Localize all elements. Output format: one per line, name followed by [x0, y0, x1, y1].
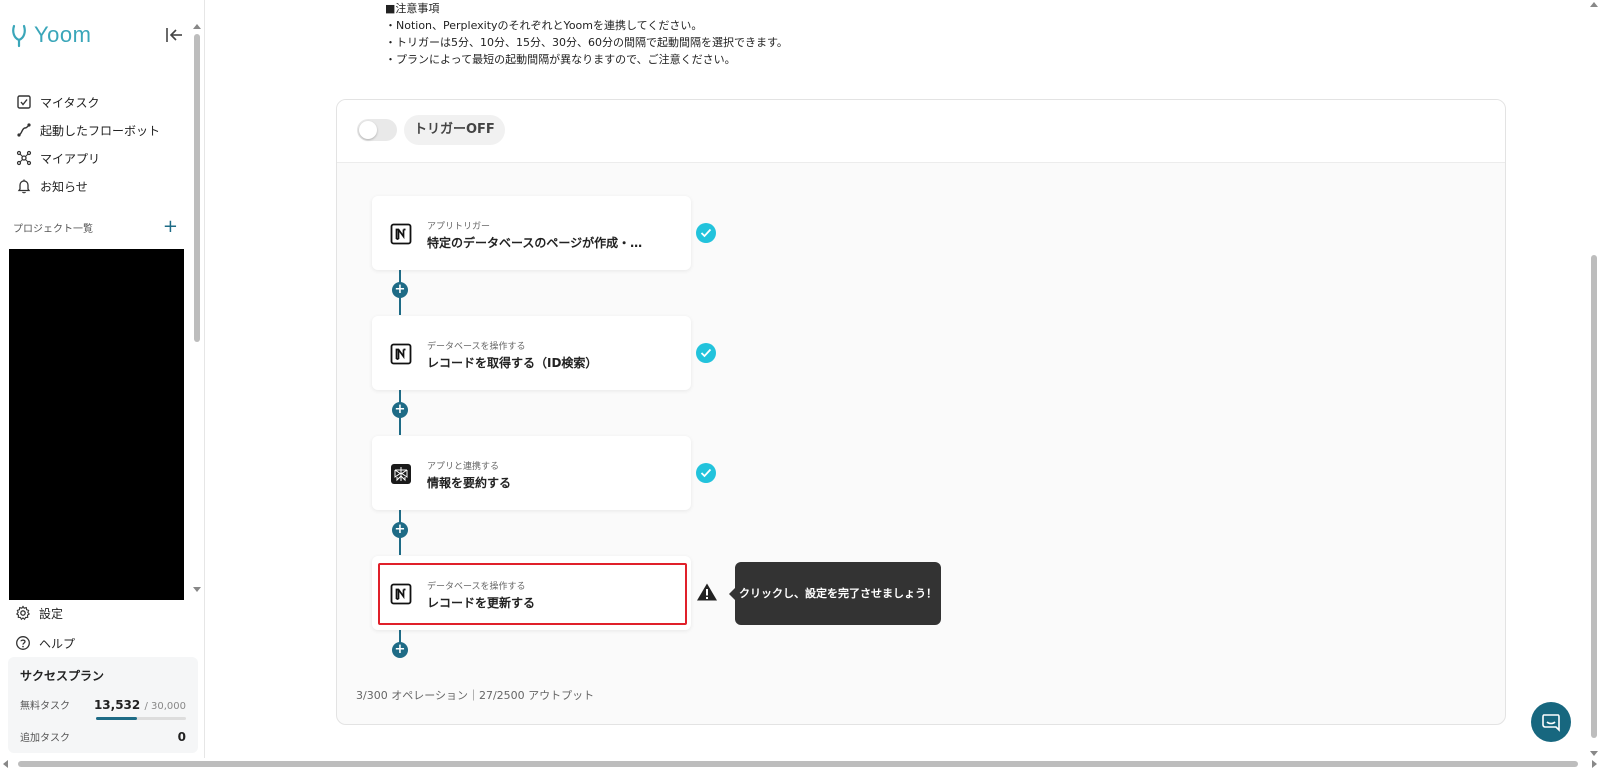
scroll-right-arrow-icon[interactable]: [1592, 760, 1597, 768]
free-tasks-progress-fill: [96, 717, 137, 720]
scrollbar-thumb[interactable]: [1591, 255, 1597, 738]
main-nav: マイタスク 起動したフローボット マイアプリ お知らせ: [16, 88, 186, 200]
nav-item-label: ヘルプ: [39, 636, 76, 651]
nav-item-label: マイタスク: [40, 95, 100, 110]
scroll-left-arrow-icon[interactable]: [3, 760, 8, 768]
nav-item-label: 設定: [39, 606, 64, 621]
free-tasks-total: / 30,000: [144, 701, 186, 712]
add-project-button[interactable]: +: [163, 218, 178, 236]
nav-item-settings[interactable]: 設定: [15, 598, 185, 628]
extra-tasks-row: 追加タスク 0: [20, 729, 186, 744]
nav-item-my-apps[interactable]: マイアプリ: [16, 144, 186, 172]
collapse-sidebar-icon[interactable]: [164, 25, 184, 45]
flow-step-trigger[interactable]: アプリトリガー 特定のデータベースのページが作成・…: [372, 196, 691, 270]
sidebar-scrollbar[interactable]: [193, 24, 201, 592]
apps-icon: [16, 150, 32, 166]
step-complete-check-icon: [696, 343, 716, 363]
gear-icon: [15, 605, 31, 621]
add-step-button[interactable]: +: [392, 642, 408, 658]
step-title: レコードを取得する（ID検索）: [427, 356, 598, 370]
step-title: レコードを更新する: [427, 596, 536, 610]
plan-card: サクセスプラン 無料タスク 13,532 / 30,000 追加タスク 0: [8, 657, 198, 753]
projects-header: プロジェクト一覧 +: [13, 218, 178, 236]
page-vertical-scrollbar[interactable]: [1588, 0, 1600, 758]
nav-item-flowbots[interactable]: 起動したフローボット: [16, 116, 186, 144]
step-category: アプリと連携する: [427, 462, 500, 472]
nav-item-label: マイアプリ: [40, 151, 101, 166]
notes-section: ■注意事項 ・Notion、PerplexityのそれぞれとYoomを連携してく…: [385, 0, 788, 68]
page-horizontal-scrollbar[interactable]: [0, 758, 1600, 770]
projects-title: プロジェクト一覧: [13, 223, 93, 235]
flow-icon: [17, 123, 31, 137]
trigger-toggle[interactable]: [357, 119, 397, 141]
step-complete-check-icon: [696, 223, 716, 243]
step-category: アプリトリガー: [427, 222, 491, 232]
chat-support-button[interactable]: [1531, 702, 1571, 742]
warning-icon: [697, 583, 717, 601]
nav-item-help[interactable]: ヘルプ: [15, 628, 185, 658]
checkbox-icon: [17, 95, 31, 109]
help-icon: [16, 636, 30, 650]
step-category: データベースを操作する: [427, 342, 526, 352]
logo-text: Yoom: [34, 22, 92, 47]
scroll-down-arrow-icon[interactable]: [1590, 751, 1598, 756]
notes-line: ・Notion、PerplexityのそれぞれとYoomを連携してください。: [385, 19, 703, 32]
free-tasks-value: 13,532 / 30,000: [94, 698, 186, 712]
nav-item-my-tasks[interactable]: マイタスク: [16, 88, 186, 116]
extra-tasks-label: 追加タスク: [20, 733, 70, 744]
plan-name: サクセスプラン: [20, 669, 105, 683]
scroll-up-arrow-icon[interactable]: [1590, 2, 1598, 7]
setup-hint-tooltip: クリックし、設定を完了させましょう！: [729, 562, 941, 625]
perplexity-icon: [391, 464, 411, 484]
add-step-button[interactable]: +: [392, 522, 408, 538]
step-title: 特定のデータベースのページが作成・…: [427, 236, 643, 250]
toggle-knob: [359, 121, 377, 139]
extra-tasks-value: 0: [177, 730, 186, 744]
notion-icon: [390, 343, 412, 365]
flow-step-summarize[interactable]: アプリと連携する 情報を要約する: [372, 436, 691, 510]
scroll-down-arrow-icon[interactable]: [193, 587, 201, 592]
step-complete-check-icon: [696, 463, 716, 483]
operations-counter: 3/300 オペレーション｜27/2500 アウトプット: [356, 689, 595, 702]
add-step-button[interactable]: +: [392, 402, 408, 418]
bell-icon: [17, 179, 31, 194]
flow-toolbar: トリガーOFF: [337, 100, 1505, 163]
free-tasks-progress: [96, 717, 186, 720]
nav-item-notifications[interactable]: お知らせ: [16, 172, 186, 200]
flowbot-panel: トリガーOFF アプリトリガー 特定のデータベースのページが作成・… + データ…: [336, 99, 1506, 725]
notes-line: ・プランによって最短の起動間隔が異なりますので、ご注意ください。: [385, 53, 736, 66]
nav-item-label: 起動したフローボット: [40, 123, 161, 138]
chat-bubble-icon: [1542, 714, 1560, 732]
notion-icon: [390, 223, 412, 245]
sidebar-bottom-links: 設定 ヘルプ: [15, 598, 185, 658]
scrollbar-thumb[interactable]: [18, 761, 1578, 767]
notion-icon: [390, 583, 412, 605]
yoom-logo[interactable]: Yoom: [10, 22, 91, 48]
notes-heading: ■注意事項: [385, 2, 440, 15]
step-title: 情報を要約する: [427, 476, 512, 490]
add-step-button[interactable]: +: [392, 282, 408, 298]
free-tasks-row: 無料タスク 13,532 / 30,000: [20, 697, 186, 712]
flow-step-update-record[interactable]: データベースを操作する レコードを更新する: [372, 556, 691, 630]
step-category: データベースを操作する: [427, 582, 526, 592]
free-tasks-used: 13,532: [93, 698, 141, 712]
scroll-up-arrow-icon[interactable]: [193, 24, 201, 29]
project-list-redacted: [9, 249, 184, 600]
scrollbar-thumb[interactable]: [194, 34, 200, 342]
free-tasks-label: 無料タスク: [20, 701, 70, 712]
flow-step-get-record[interactable]: データベースを操作する レコードを取得する（ID検索）: [372, 316, 691, 390]
nav-item-label: お知らせ: [40, 179, 88, 194]
yoom-logo-icon: [12, 24, 26, 48]
trigger-status-label: トリガーOFF: [404, 115, 505, 145]
sidebar: Yoom マイタスク 起動したフローボット マイアプリ お知らせ プロジェクト一…: [0, 0, 205, 758]
notes-line: ・トリガーは5分、10分、15分、30分、60分の間隔で起動間隔を選択できます。: [385, 36, 788, 49]
